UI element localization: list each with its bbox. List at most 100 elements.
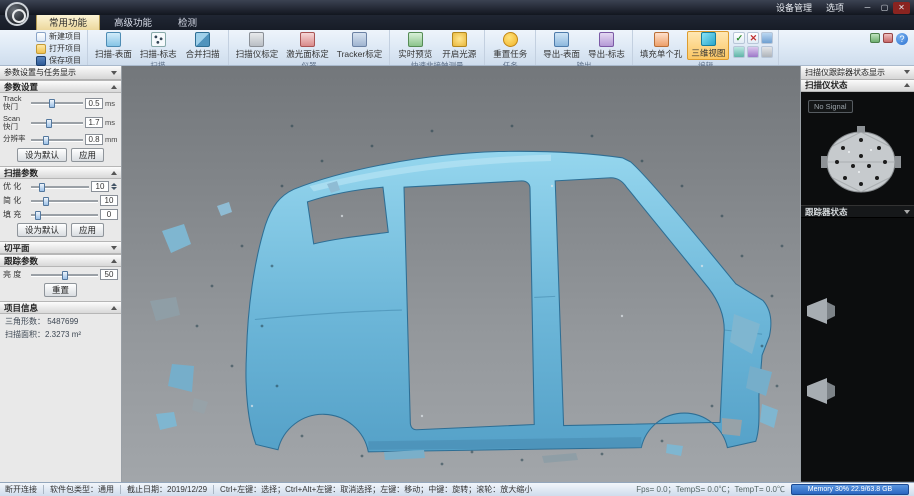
titlebar: 设备管理 选项 ─ ▢ ✕	[0, 0, 914, 15]
simplify-label: 简 化	[3, 195, 29, 206]
ribbon-tabs: 常用功能 高级功能 检测	[0, 15, 914, 30]
save-project-label: 保存项目	[49, 55, 81, 66]
reset-task-icon	[503, 32, 518, 47]
scanner-status-header[interactable]: 扫描仪状态	[801, 80, 914, 92]
light-source-button[interactable]: 开启光源	[438, 31, 480, 60]
live-preview-button[interactable]: 实时预览	[394, 31, 436, 60]
scan-surface-button[interactable]: 扫描-表面	[92, 31, 135, 60]
section-project-info[interactable]: 项目信息	[0, 301, 121, 314]
merge-scan-button[interactable]: 合并扫描	[182, 31, 224, 60]
panel-collapse-icon[interactable]	[904, 70, 910, 74]
param-set-default-button[interactable]: 设为默认	[17, 148, 67, 162]
scan-surface-label: 扫描-表面	[95, 48, 132, 60]
laser-calibration-label: 激光面标定	[286, 48, 329, 60]
section-tracking-parameters[interactable]: 跟踪参数	[0, 254, 121, 267]
new-project-button[interactable]: 新建项目	[34, 31, 83, 42]
ribbon-group-instrument: 扫描仪标定 激光面标定 Tracker标定 仪器	[229, 30, 391, 65]
export-markers-icon	[599, 32, 614, 47]
scan-markers-button[interactable]: 扫描-标志	[137, 31, 180, 60]
param-apply-button[interactable]: 应用	[71, 148, 104, 162]
tab-inspection[interactable]: 检测	[166, 14, 209, 30]
cancel-icon[interactable]	[747, 32, 759, 44]
scan-markers-icon	[151, 32, 166, 47]
reset-task-button[interactable]: 重置任务	[489, 31, 531, 60]
section-clip-plane[interactable]: 切平面	[0, 241, 121, 254]
scanp-apply-button[interactable]: 应用	[71, 223, 104, 237]
fill-slider[interactable]	[31, 210, 98, 220]
window-controls: ─ ▢ ✕	[859, 2, 910, 14]
section-title: 项目信息	[4, 302, 38, 314]
brightness-value[interactable]: 50	[100, 269, 118, 280]
open-project-label: 打开项目	[49, 43, 81, 54]
menu-options[interactable]: 选项	[826, 1, 844, 14]
select-tool-icon[interactable]	[761, 32, 773, 44]
resolution-value[interactable]: 0.8	[85, 134, 103, 145]
3d-scan-mesh[interactable]	[122, 66, 800, 482]
resolution-slider[interactable]	[31, 135, 83, 145]
section-title: 参数设置	[4, 81, 38, 93]
tracker-calibration-button[interactable]: Tracker标定	[334, 31, 386, 60]
close-button[interactable]: ✕	[893, 2, 910, 14]
open-project-button[interactable]: 打开项目	[34, 43, 83, 54]
collapse-icon	[111, 246, 117, 250]
simplify-value[interactable]: 10	[100, 195, 118, 206]
brightness-slider[interactable]	[31, 270, 98, 280]
lasso-tool-icon[interactable]	[733, 46, 745, 58]
laser-calibration-button[interactable]: 激光面标定	[283, 31, 332, 60]
scanp-set-default-button[interactable]: 设为默认	[17, 223, 67, 237]
export-markers-button[interactable]: 导出-标志	[585, 31, 628, 60]
live-preview-icon	[408, 32, 423, 47]
help-icon[interactable]	[896, 33, 908, 45]
scan-shutter-slider[interactable]	[31, 118, 83, 128]
light-source-icon	[452, 32, 467, 47]
maximize-button[interactable]: ▢	[876, 2, 893, 14]
optimize-slider[interactable]	[31, 182, 89, 192]
3d-viewport[interactable]	[122, 66, 800, 482]
fill-hole-label: 填充单个孔	[640, 48, 683, 60]
track-shutter-slider[interactable]	[31, 98, 83, 108]
minimize-button[interactable]: ─	[859, 2, 876, 14]
optimize-spinner[interactable]	[111, 183, 118, 190]
export-surface-button[interactable]: 导出-表面	[540, 31, 583, 60]
tab-advanced-functions[interactable]: 高级功能	[102, 14, 164, 30]
resolution-unit: mm	[105, 135, 118, 144]
left-panel-title: 参数设置与任务显示	[4, 67, 76, 78]
export-surface-label: 导出-表面	[543, 48, 580, 60]
disconnect-icon[interactable]	[883, 33, 893, 43]
memory-usage-bar: Memory 30% 22.9/63.8 GB	[791, 484, 909, 495]
section-title: 切平面	[4, 242, 30, 254]
fill-hole-icon	[654, 32, 669, 47]
connect-status-icon[interactable]	[870, 33, 880, 43]
section-parameter-settings[interactable]: 参数设置	[0, 80, 121, 93]
package-type: 软件包类型：通用	[50, 484, 114, 495]
scanner-calibration-button[interactable]: 扫描仪标定	[233, 31, 282, 60]
parameter-panel: 参数设置与任务显示 参数设置 Track快门 0.5 ms Scan快门 1.7…	[0, 66, 122, 482]
section-scan-parameters[interactable]: 扫描参数	[0, 166, 121, 179]
collapse-icon	[904, 210, 910, 214]
car-side-panel-mesh[interactable]	[246, 151, 771, 452]
tracking-reset-button[interactable]: 重置	[44, 283, 77, 297]
scan-area: 扫描面积：2.3273 m²	[0, 327, 121, 340]
fill-hole-button[interactable]: 填充单个孔	[637, 31, 686, 60]
optimize-label: 优 化	[3, 181, 29, 192]
simplify-slider[interactable]	[31, 196, 98, 206]
laser-calibration-icon	[300, 32, 315, 47]
eraser-tool-icon[interactable]	[761, 46, 773, 58]
view-3d-button[interactable]: 三维视图	[687, 31, 729, 60]
reset-task-label: 重置任务	[493, 48, 527, 60]
tab-common-functions[interactable]: 常用功能	[36, 13, 100, 30]
optimize-value[interactable]: 10	[91, 181, 109, 192]
fill-value[interactable]: 0	[100, 209, 118, 220]
divider	[120, 485, 121, 494]
menu-device-management[interactable]: 设备管理	[776, 1, 812, 14]
track-shutter-value[interactable]: 0.5	[85, 98, 103, 109]
scan-shutter-value[interactable]: 1.7	[85, 117, 103, 128]
delete-selection-icon[interactable]	[747, 46, 759, 58]
panel-collapse-icon[interactable]	[111, 71, 117, 75]
scanner-status-display: No Signal	[801, 92, 914, 206]
mouse-hints: Ctrl+左键：选择；Ctrl+Alt+左键：取消选择；左键：移动；中键：旋转；…	[220, 484, 532, 495]
save-project-button[interactable]: 保存项目	[34, 55, 83, 66]
tracker-status-header[interactable]: 跟踪器状态	[801, 206, 914, 218]
confirm-icon[interactable]	[733, 32, 745, 44]
edit-tools-grid	[733, 32, 774, 59]
